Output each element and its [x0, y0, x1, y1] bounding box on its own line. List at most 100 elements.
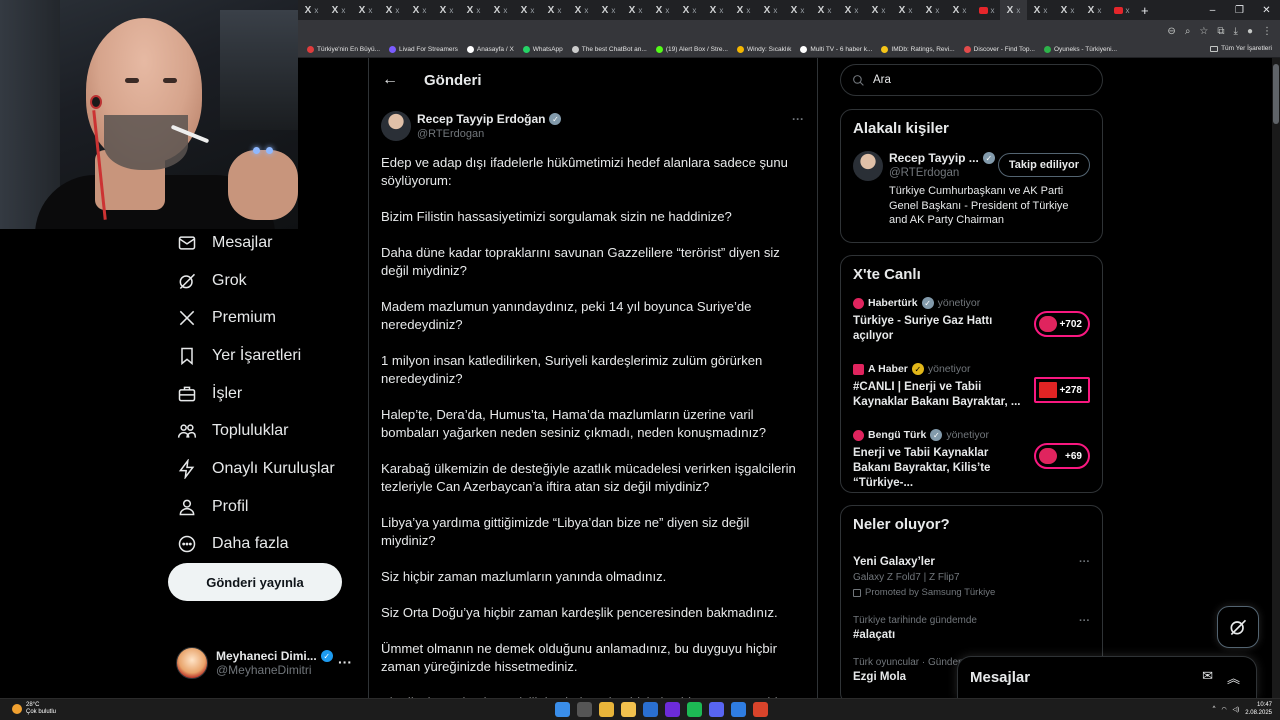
sidebar-item-profile[interactable]: Profil — [168, 488, 348, 526]
file-explorer-icon[interactable] — [621, 702, 636, 717]
sidebar-item-jobs[interactable]: İşler — [168, 375, 348, 413]
sidebar-item-messages[interactable]: Mesajlar — [168, 224, 348, 262]
bookmark-item[interactable]: Multi TV - 6 haber k... — [800, 46, 872, 53]
close-tab-icon[interactable]: x — [800, 6, 804, 15]
menu-icon[interactable]: ⋮ — [1262, 26, 1272, 37]
start-icon[interactable] — [555, 702, 570, 717]
volume-icon[interactable]: ◁) — [1233, 706, 1240, 713]
close-tab-icon[interactable]: x — [557, 6, 561, 15]
close-tab-icon[interactable]: x — [395, 6, 399, 15]
grok-floating-button[interactable] — [1217, 606, 1259, 648]
account-switcher[interactable]: Meyhaneci Dimi... ✓ @MeyhaneDimitri ··· — [176, 645, 356, 681]
avatar[interactable] — [381, 111, 411, 141]
browser-tab[interactable]: Xx — [622, 0, 649, 20]
app-icon[interactable] — [731, 702, 746, 717]
account-more-icon[interactable]: ··· — [338, 654, 352, 670]
browser-tab[interactable]: Xx — [757, 0, 784, 20]
profile-icon[interactable]: ● — [1247, 26, 1253, 37]
browser-tab[interactable]: Xx — [1054, 0, 1081, 20]
close-tab-icon[interactable]: x — [422, 6, 426, 15]
close-tab-icon[interactable]: x — [881, 6, 885, 15]
close-tab-icon[interactable]: x — [854, 6, 858, 15]
browser-tab[interactable]: Xx — [838, 0, 865, 20]
search-input[interactable]: Ara — [840, 64, 1103, 96]
bookmark-item[interactable]: Windy: Sıcaklık — [736, 46, 791, 53]
browser-tab[interactable]: Xx — [946, 0, 973, 20]
close-tab-icon[interactable]: x — [638, 6, 642, 15]
browser-tab[interactable]: Xx — [595, 0, 622, 20]
tray-chevron-icon[interactable]: ^ — [1213, 706, 1216, 712]
live-listeners-pill[interactable]: +702 — [1034, 311, 1090, 337]
search-taskbar-icon[interactable] — [577, 702, 592, 717]
close-tab-icon[interactable]: x — [503, 6, 507, 15]
browser-tab[interactable]: Xx — [298, 0, 325, 20]
browser-tab[interactable]: Xx — [487, 0, 514, 20]
browser-tab[interactable]: Xx — [406, 0, 433, 20]
browser-tab[interactable]: Xx — [784, 0, 811, 20]
star-icon[interactable]: ☆ — [1199, 26, 1208, 37]
clock[interactable]: 10:47 2.08.2025 — [1245, 701, 1272, 717]
download-icon[interactable]: ⤓ — [1234, 26, 1238, 37]
close-tab-icon[interactable]: x — [314, 6, 318, 15]
sidebar-item-grok[interactable]: Grok — [168, 262, 348, 300]
close-tab-icon[interactable]: x — [991, 6, 995, 15]
browser-tab[interactable]: Xx — [811, 0, 838, 20]
live-item[interactable]: Habertürk ✓ yönetiyor Türkiye - Suriye G… — [841, 297, 1102, 363]
close-tab-icon[interactable]: x — [962, 6, 966, 15]
all-bookmarks-folder[interactable]: Tüm Yer İşaretleri — [1210, 45, 1272, 52]
browser-tab[interactable]: Xx — [460, 0, 487, 20]
browser-tab[interactable]: Xx — [541, 0, 568, 20]
weather-widget[interactable]: 28°C Çok bulutlu — [12, 702, 56, 716]
messages-drawer[interactable]: Mesajlar ✉ ︽ — [957, 656, 1257, 698]
browser-tab[interactable]: Xx — [649, 0, 676, 20]
zoom-icon[interactable]: ⊖ — [1167, 26, 1175, 37]
close-window-button[interactable]: ✕ — [1253, 0, 1280, 20]
browser-tab[interactable]: Xx — [514, 0, 541, 20]
related-name[interactable]: Recep Tayyip ... — [889, 151, 979, 165]
close-tab-icon[interactable]: x — [1070, 6, 1074, 15]
close-tab-icon[interactable]: x — [1097, 6, 1101, 15]
browser-tab[interactable]: Xx — [892, 0, 919, 20]
new-message-icon[interactable]: ✉ — [1202, 668, 1213, 687]
browser-tab[interactable]: Xx — [568, 0, 595, 20]
close-tab-icon[interactable]: x — [368, 6, 372, 15]
sidebar-item-communities[interactable]: Topluluklar — [168, 412, 348, 450]
browser-tab[interactable]: Xx — [1081, 0, 1108, 20]
app-icon[interactable] — [665, 702, 680, 717]
sidebar-item-bookmarks[interactable]: Yer İşaretleri — [168, 337, 348, 375]
trend-item[interactable]: Yeni Galaxy’ler Galaxy Z Fold7 | Z Flip7… — [841, 556, 1102, 598]
author-name[interactable]: Recep Tayyip Erdoğan — [417, 112, 545, 126]
browser-tab[interactable]: Xx — [325, 0, 352, 20]
close-tab-icon[interactable]: x — [611, 6, 615, 15]
extensions-icon[interactable]: ⧉ — [1217, 26, 1224, 37]
discord-icon[interactable] — [709, 702, 724, 717]
close-tab-icon[interactable]: x — [692, 6, 696, 15]
browser-tab[interactable]: Xx — [703, 0, 730, 20]
bookmark-item[interactable]: The best ChatBot an... — [571, 46, 647, 53]
live-listeners-pill[interactable]: +69 — [1034, 443, 1090, 469]
trend-item[interactable]: Türkiye tarihinde gündemde #alaçatı ··· — [841, 615, 1102, 641]
browser-tab[interactable]: Xx — [1027, 0, 1054, 20]
minimize-button[interactable]: – — [1199, 0, 1226, 20]
close-tab-icon[interactable]: x — [746, 6, 750, 15]
close-tab-icon[interactable]: x — [584, 6, 588, 15]
bookmark-item[interactable]: Anasayfa / X — [466, 46, 514, 53]
close-tab-icon[interactable]: x — [1043, 6, 1047, 15]
trend-more-icon[interactable]: ··· — [1079, 556, 1090, 568]
search-page-icon[interactable]: ⌕ — [1185, 26, 1191, 37]
scrollbar-thumb[interactable] — [1273, 64, 1279, 124]
wifi-icon[interactable]: ◠ — [1221, 706, 1226, 713]
bookmark-item[interactable]: Discover - Find Top... — [963, 46, 1035, 53]
trend-more-icon[interactable]: ··· — [1079, 615, 1090, 627]
bookmark-item[interactable]: Livad For Streamers — [389, 46, 458, 53]
close-tab-icon[interactable]: x — [530, 6, 534, 15]
close-tab-icon[interactable]: x — [476, 6, 480, 15]
live-item[interactable]: A Haber ✓ yönetiyor #CANLI | Enerji ve T… — [841, 363, 1102, 429]
close-tab-icon[interactable]: x — [908, 6, 912, 15]
app-icon[interactable] — [753, 702, 768, 717]
maximize-button[interactable]: ❐ — [1226, 0, 1253, 20]
browser-tab[interactable]: Xx — [1000, 0, 1027, 20]
bookmark-item[interactable]: IMDb: Ratings, Revi... — [881, 46, 955, 53]
close-tab-icon[interactable]: x — [719, 6, 723, 15]
app-icon[interactable] — [643, 702, 658, 717]
